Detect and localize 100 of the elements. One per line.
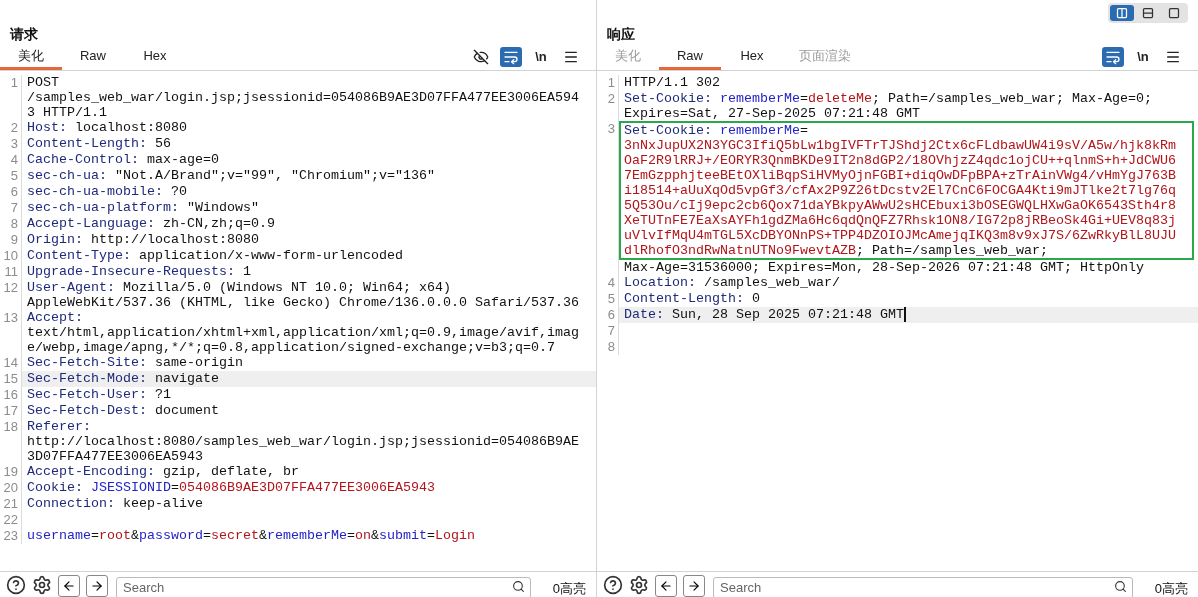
code-text: Sec-Fetch-Site:	[27, 355, 147, 370]
code-text: Location:	[624, 275, 696, 290]
code-text: 5Q53Ou/cIj9epc2cb6Qox71daYBkpyAWwU2sHCEbuxi3bOSEGWQLHXwGaOK6543Sth4r8	[624, 198, 1176, 213]
wrap-text-icon[interactable]	[1102, 47, 1124, 67]
code-text: OaF2R9lRRJ+/EORYR3QnmBKDe9IT2n8dGP2/18OVhjzZ4qdc1ojCU++qlnmS+h+JdCWU6	[624, 153, 1176, 168]
tab[interactable]: Hex	[721, 44, 783, 70]
search-field[interactable]: Search	[116, 576, 531, 597]
line-number: 11	[4, 264, 18, 279]
search-icon	[511, 580, 525, 593]
code-text: Login	[435, 528, 475, 543]
forward-button[interactable]	[86, 575, 108, 597]
code-text: ; Path=/samples_web_war; Max-Age=0;	[871, 91, 1152, 106]
code-text: POST	[27, 75, 59, 90]
code-text: rememberMe	[267, 528, 347, 543]
highlight-count: 0高亮	[1153, 580, 1189, 597]
tab[interactable]: Hex	[124, 44, 186, 70]
code-text: gzip, deflate, br	[161, 464, 299, 479]
code-text: Cache-Control:	[27, 152, 139, 167]
code-text: username	[27, 528, 91, 543]
line-number: 5	[607, 291, 615, 306]
code-text: navigate	[153, 371, 219, 386]
help-icon[interactable]	[6, 575, 26, 595]
code-text: zh-CN,zh;q=0.9	[161, 216, 275, 231]
line-number: 17	[3, 403, 18, 418]
line-number: 4	[607, 275, 615, 290]
line-number: 3	[10, 136, 18, 151]
code-text: Connection:	[27, 496, 115, 511]
search-field[interactable]: Search	[713, 576, 1133, 597]
line-number: 15	[3, 371, 18, 386]
code-text: Sun, 28 Sep 2025 07:21:48 GMT	[671, 307, 904, 322]
code-text: Content-Type:	[27, 248, 131, 263]
line-number: 2	[607, 91, 615, 106]
code-text: &	[131, 528, 139, 543]
code-text: Host:	[27, 120, 67, 135]
line-number: 21	[3, 496, 18, 511]
code-text: deleteMe	[807, 91, 872, 106]
code-text: =	[799, 123, 808, 138]
line-number: 3	[607, 121, 615, 136]
code-text: http://localhost:8080	[90, 232, 259, 247]
newline-toggle[interactable]: \n	[530, 47, 552, 67]
back-button[interactable]	[655, 575, 677, 597]
code-text: Expires=Sat, 27-Sep-2025 07:21:48 GMT	[624, 106, 920, 121]
code-text: uVlvIfMqU4mTGL5XcDBYONnPS+TPP4DZOIOJMcAmejqIKQ3m8v9xJ7S/6ZwRkyBlL8UJU	[624, 228, 1176, 243]
code-text: 054086B9AE3D07FFA477EE3006EA5943	[179, 480, 435, 495]
line-number: 1	[10, 75, 18, 90]
arrow-right-icon	[687, 579, 701, 593]
code-text: Upgrade-Insecure-Requests:	[27, 264, 235, 279]
code-text: =	[171, 480, 179, 495]
code-text: Set-Cookie:	[624, 123, 713, 138]
code-text: 56	[153, 136, 171, 151]
code-text: rememberMe	[720, 123, 800, 138]
code-text: =	[347, 528, 355, 543]
back-button[interactable]	[58, 575, 80, 597]
wrap-text-icon[interactable]	[500, 47, 522, 67]
panel-title: 响应	[607, 24, 635, 44]
newline-toggle[interactable]: \n	[1132, 47, 1154, 67]
highlight-count: 0高亮	[551, 580, 587, 597]
tab[interactable]: Raw	[659, 44, 721, 70]
line-number: 10	[3, 248, 18, 263]
code-text: ; Path=/samples_web_war;	[855, 243, 1048, 258]
code-text: AppleWebKit/537.36 (KHTML, like Gecko) Chrome/136.0.0.0 Safari/537.36	[27, 295, 579, 310]
code-text: application/x-www-form-urlencoded	[137, 248, 403, 263]
code-text: same-origin	[153, 355, 243, 370]
tab[interactable]: 美化	[0, 44, 62, 70]
panel-title: 请求	[10, 24, 38, 44]
line-number: 4	[10, 152, 18, 167]
line-number: 7	[607, 323, 615, 338]
line-number: 23	[3, 528, 18, 543]
settings-icon[interactable]	[32, 575, 52, 595]
line-number: 8	[10, 216, 18, 231]
code-text: Accept-Language:	[27, 216, 155, 231]
code-text: rememberMe	[720, 91, 800, 106]
code-text: Referer:	[27, 419, 91, 434]
line-number: 20	[3, 480, 18, 495]
code-text: Set-Cookie:	[624, 91, 713, 106]
code-text: i18514+aUuXqOd5vpGf3/cfAx2P9Z26tDcstv2El7CnC6FOCGA4Kti9mJTlke2t7lg76q	[624, 183, 1176, 198]
line-number: 1	[607, 75, 615, 90]
code-text: Accept-Encoding:	[27, 464, 155, 479]
code-text: sec-ch-ua:	[27, 168, 107, 183]
code-text: Cookie:	[27, 480, 84, 495]
code-text: submit	[379, 528, 427, 543]
code-text: &	[371, 528, 379, 543]
code-text: ?0	[169, 184, 187, 199]
code-text: Content-Length:	[624, 291, 744, 306]
tab[interactable]: Raw	[62, 44, 124, 70]
code-text: max-age=0	[145, 152, 219, 167]
code-text: secret	[211, 528, 259, 543]
line-number: 7	[10, 200, 18, 215]
help-icon[interactable]	[603, 575, 623, 595]
code-text: 7EmGzpphjteeBEtOXliBqpSiHVMyOjnFGBI+diqOwDFpBPA+zTrAinVWg4/vHmYgJ763B	[624, 168, 1176, 183]
forward-button[interactable]	[683, 575, 705, 597]
code-text: User-Agent:	[27, 280, 115, 295]
code-text: Accept:	[27, 310, 83, 325]
line-number: 19	[3, 464, 18, 479]
code-text: &	[259, 528, 267, 543]
settings-icon[interactable]	[629, 575, 649, 595]
code-text: password	[139, 528, 203, 543]
code-text: Date:	[624, 307, 664, 322]
code-text: localhost:8080	[74, 120, 187, 135]
view-mode-button[interactable]	[1110, 5, 1134, 21]
